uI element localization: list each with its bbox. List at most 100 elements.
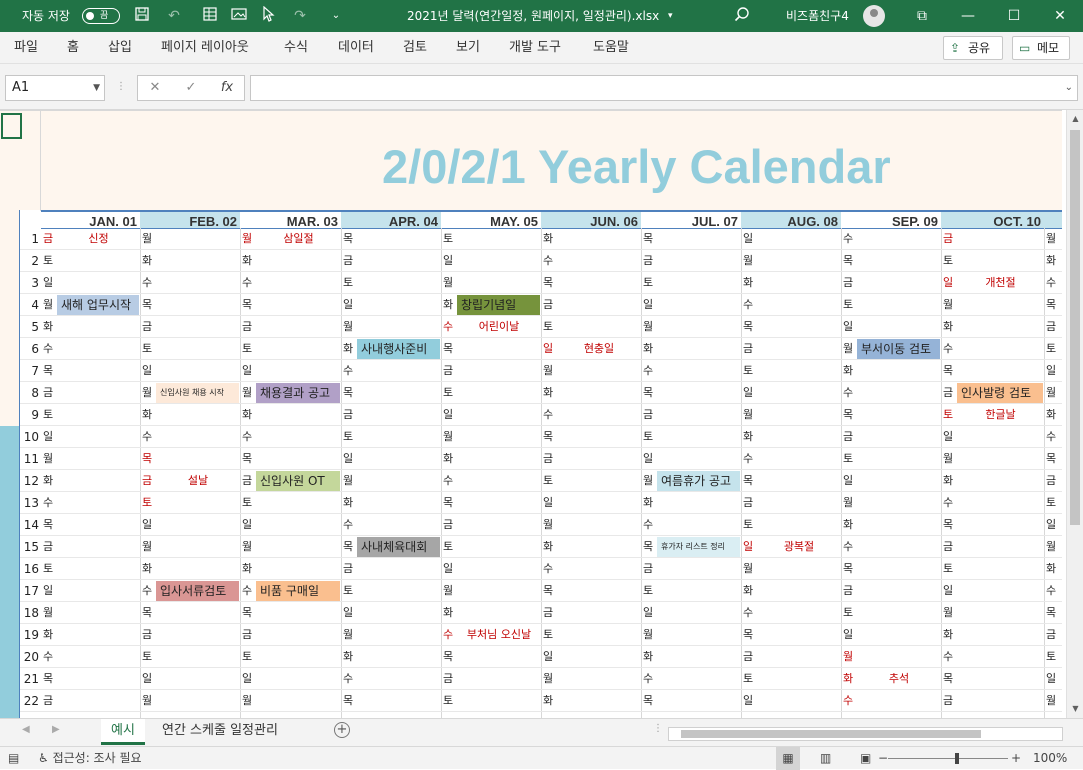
weekday-cell[interactable]: 토 [741,668,753,690]
weekday-cell[interactable]: 목 [541,426,553,448]
formula-input[interactable]: ⌄ [250,75,1078,101]
tab-yearly-schedule[interactable]: 연간 스케줄 일정관리 [152,719,288,745]
weekday-cell[interactable]: 토 [541,624,553,646]
weekday-cell[interactable]: 수 [841,536,853,558]
weekday-cell[interactable]: 수 [341,668,353,690]
weekday-cell[interactable]: 수 [341,360,353,382]
weekday-cell[interactable]: 토 [240,338,252,360]
weekday-cell[interactable]: 금 [441,360,453,382]
weekday-cell[interactable]: 목 [341,690,353,712]
weekday-cell[interactable]: 월 [741,558,753,580]
weekday-cell[interactable]: 금 [541,602,553,624]
weekday-cell[interactable]: 금 [941,382,953,404]
scroll-down-icon[interactable]: ▼ [1067,704,1083,713]
weekday-cell[interactable]: 금 [841,426,853,448]
weekday-cell[interactable]: 토 [441,690,453,712]
weekday-cell[interactable]: 금 [941,690,953,712]
weekday-cell[interactable]: 목 [441,338,453,360]
weekday-cell[interactable]: 토 [941,558,953,580]
weekday-cell[interactable]: 일 [841,624,853,646]
pointer-icon[interactable] [258,5,278,26]
weekday-cell[interactable]: 화 [941,624,953,646]
weekday-cell[interactable]: 금 [941,228,953,250]
weekday-cell[interactable]: 일 [341,448,353,470]
weekday-cell[interactable]: 월 [240,382,252,404]
weekday-cell[interactable]: 화 [41,470,53,492]
weekday-cell[interactable]: 월 [140,536,152,558]
weekday-cell[interactable]: 일 [941,426,953,448]
weekday-cell[interactable]: 월 [240,690,252,712]
search-icon[interactable] [732,6,752,26]
weekday-cell[interactable]: 화 [541,228,553,250]
weekday-cell[interactable]: 금 [1044,624,1056,646]
weekday-cell[interactable]: 일 [441,404,453,426]
weekday-cell[interactable]: 목 [941,668,953,690]
weekday-cell[interactable]: 목 [641,690,653,712]
weekday-cell[interactable]: 일 [240,668,252,690]
selected-cell-a1[interactable] [1,113,22,139]
weekday-cell[interactable]: 월 [1044,690,1056,712]
weekday-cell[interactable]: 토 [1044,338,1056,360]
weekday-cell[interactable]: 목 [741,470,753,492]
weekday-cell[interactable]: 목 [240,294,252,316]
weekday-cell[interactable]: 화 [341,492,353,514]
weekday-cell[interactable]: 금 [41,690,53,712]
weekday-cell[interactable]: 일 [1044,514,1056,536]
menu-review[interactable]: 검토 [403,32,427,64]
weekday-cell[interactable]: 금 [41,228,53,250]
weekday-cell[interactable]: 금 [541,448,553,470]
weekday-cell[interactable]: 목 [841,250,853,272]
weekday-cell[interactable]: 일 [541,646,553,668]
menu-page-layout[interactable]: 페이지 레이아웃 [161,32,249,64]
weekday-cell[interactable]: 일 [140,668,152,690]
weekday-cell[interactable]: 토 [641,272,653,294]
weekday-cell[interactable]: 월 [941,448,953,470]
horizontal-scrollbar[interactable] [668,727,1063,741]
weekday-cell[interactable]: 화 [41,316,53,338]
weekday-cell[interactable]: 토 [140,492,152,514]
weekday-cell[interactable]: 월 [941,294,953,316]
weekday-cell[interactable]: 월 [1044,382,1056,404]
weekday-cell[interactable]: 금 [41,382,53,404]
weekday-cell[interactable]: 금 [1044,470,1056,492]
weekday-cell[interactable]: 토 [41,250,53,272]
autosave-toggle[interactable]: 끔 [82,8,120,24]
weekday-cell[interactable]: 수 [240,426,252,448]
weekday-cell[interactable]: 목 [41,360,53,382]
weekday-cell[interactable]: 목 [741,316,753,338]
weekday-cell[interactable]: 일 [41,426,53,448]
weekday-cell[interactable]: 화 [441,602,453,624]
customize-qat-icon[interactable]: ⌄ [326,6,346,26]
weekday-cell[interactable]: 수 [240,272,252,294]
weekday-cell[interactable]: 금 [741,338,753,360]
weekday-cell[interactable]: 목 [41,668,53,690]
event-label[interactable]: 입사서류검토 [156,581,239,601]
weekday-cell[interactable]: 토 [441,536,453,558]
weekday-cell[interactable]: 일 [140,360,152,382]
weekday-cell[interactable]: 월 [441,580,453,602]
tab-example[interactable]: 예시 [101,719,145,745]
weekday-cell[interactable]: 화 [140,558,152,580]
weekday-cell[interactable]: 금 [341,558,353,580]
weekday-cell[interactable]: 일 [741,536,753,558]
weekday-cell[interactable]: 화 [941,470,953,492]
weekday-cell[interactable]: 수 [641,668,653,690]
chevron-down-icon[interactable]: ▾ [668,0,673,32]
memo-button[interactable]: ▭ 메모 [1012,36,1070,60]
weekday-cell[interactable]: 화 [641,338,653,360]
weekday-cell[interactable]: 일 [641,448,653,470]
enter-icon[interactable]: ✓ [176,76,206,100]
weekday-cell[interactable]: 목 [341,536,353,558]
weekday-cell[interactable]: 금 [240,470,252,492]
normal-view-icon[interactable]: ▦ [776,747,800,770]
weekday-cell[interactable]: 토 [140,646,152,668]
weekday-cell[interactable]: 수 [41,646,53,668]
weekday-cell[interactable]: 일 [941,580,953,602]
weekday-cell[interactable]: 월 [1044,228,1056,250]
weekday-cell[interactable]: 금 [240,624,252,646]
weekday-cell[interactable]: 목 [441,492,453,514]
weekday-cell[interactable]: 토 [341,580,353,602]
weekday-cell[interactable]: 목 [841,558,853,580]
weekday-cell[interactable]: 수 [941,492,953,514]
weekday-cell[interactable]: 토 [441,228,453,250]
